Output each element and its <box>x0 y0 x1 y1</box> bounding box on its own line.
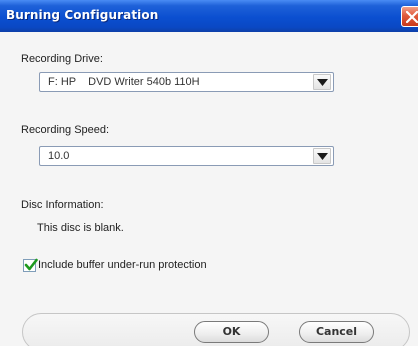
burning-configuration-dialog: Burning Configuration Recording Drive: F… <box>0 0 418 346</box>
disc-information-label: Disc Information: <box>21 199 104 211</box>
title-bar[interactable]: Burning Configuration <box>0 0 418 32</box>
recording-drive-value: F: HP DVD Writer 540b 110H <box>48 76 200 88</box>
dialog-body: Recording Drive: F: HP DVD Writer 540b 1… <box>0 32 418 346</box>
recording-speed-select[interactable]: 10.0 <box>39 146 334 166</box>
buffer-protection-checkbox[interactable] <box>23 258 38 272</box>
buffer-protection-label[interactable]: Include buffer under-run protection <box>38 259 207 271</box>
recording-drive-select[interactable]: F: HP DVD Writer 540b 110H <box>39 72 334 92</box>
recording-speed-label: Recording Speed: <box>21 124 110 136</box>
recording-drive-dropdown-button[interactable] <box>313 74 331 90</box>
window-title: Burning Configuration <box>6 8 159 22</box>
recording-speed-dropdown-button[interactable] <box>313 148 331 164</box>
close-icon <box>406 11 418 23</box>
disc-status-text: This disc is blank. <box>37 222 124 234</box>
button-bar: OK Cancel <box>22 313 410 346</box>
chevron-down-icon <box>317 153 328 160</box>
ok-button[interactable]: OK <box>194 321 269 343</box>
recording-speed-value: 10.0 <box>48 150 70 162</box>
checkmark-icon <box>24 258 38 271</box>
recording-drive-label: Recording Drive: <box>21 53 103 65</box>
cancel-button[interactable]: Cancel <box>299 321 374 343</box>
close-button[interactable] <box>401 6 418 27</box>
chevron-down-icon <box>317 79 328 86</box>
